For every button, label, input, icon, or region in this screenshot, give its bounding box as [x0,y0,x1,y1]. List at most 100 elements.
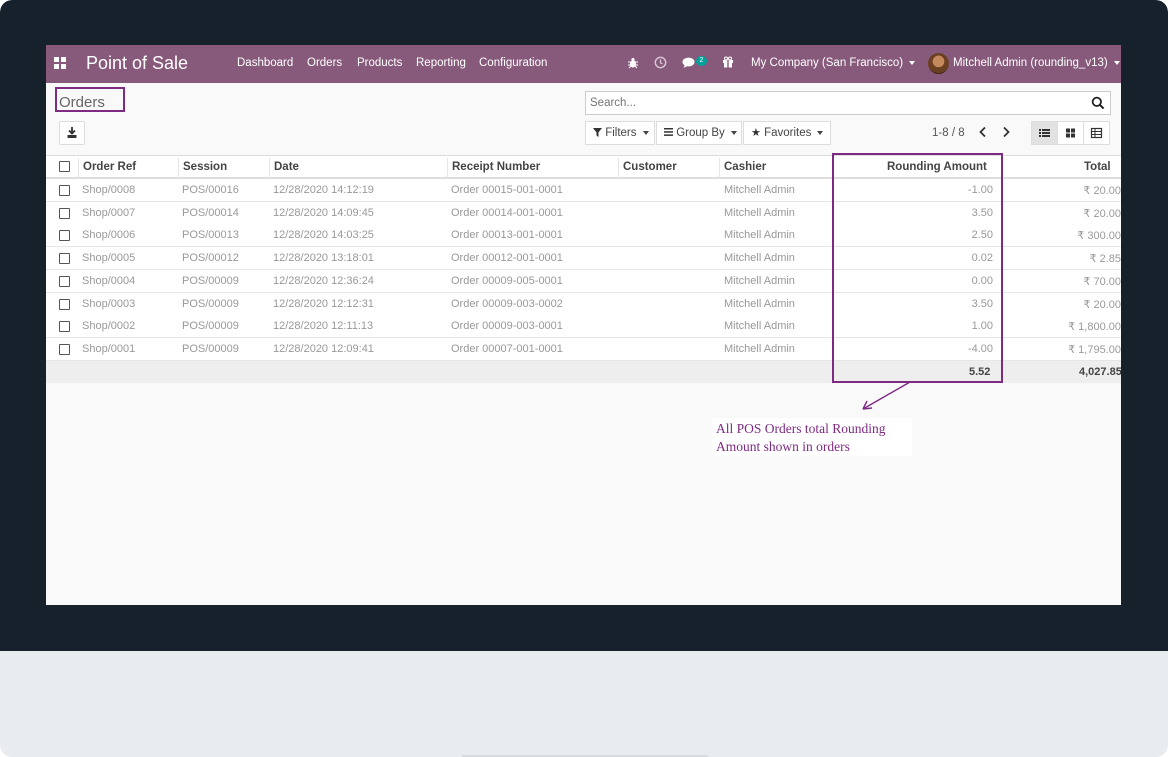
gift-icon[interactable] [722,56,734,68]
cell-cashier: Mitchell Admin [724,184,795,196]
cell-receipt-number: Order 00012-001-0001 [451,252,563,265]
app-screen: Point of Sale Dashboard Orders Products … [46,45,1121,605]
list-bars-icon [664,128,673,136]
filters-dropdown[interactable]: Filters [585,121,655,145]
column-date[interactable]: Date [274,161,299,173]
monitor-frame: Point of Sale Dashboard Orders Products … [0,0,1168,757]
cell-session: POS/00012 [182,252,239,265]
column-total[interactable]: Total [1084,161,1111,173]
chevron-left-icon[interactable] [976,125,990,139]
cell-date: 12/28/2020 12:12:31 [273,297,374,310]
cell-cashier: Mitchell Admin [724,297,795,310]
cell-order-ref: Shop/0004 [82,274,136,287]
favorites-dropdown[interactable]: ★ Favorites [743,121,831,145]
pager-value[interactable]: 1-8 / 8 [932,127,965,139]
cell-order-ref: Shop/0007 [82,206,136,219]
debug-icon[interactable] [627,57,639,69]
apps-icon[interactable] [54,57,66,69]
company-switcher[interactable]: My Company (San Francisco) [751,57,916,69]
cell-session: POS/00016 [182,184,239,196]
menu-dashboard[interactable]: Dashboard [237,57,293,69]
activity-icon[interactable] [654,56,667,69]
menu-products[interactable]: Products [357,57,402,69]
row-checkbox[interactable] [59,207,70,219]
annotation-arrow-icon [862,381,911,410]
filters-label: Filters [605,127,637,139]
cell-order-ref: Shop/0005 [82,252,136,265]
page-title: Orders [59,94,105,111]
cell-session: POS/00009 [182,297,239,310]
top-navbar: Point of Sale Dashboard Orders Products … [46,45,1121,83]
favorites-label: Favorites [764,127,812,139]
search-input[interactable] [590,95,1080,111]
list-view-button[interactable] [1031,121,1058,145]
app-title[interactable]: Point of Sale [86,53,188,74]
messages-badge: 2 [696,56,707,66]
total-sum: 4,027.85 [1079,366,1121,378]
cell-total: ₹ 20.00 [1083,185,1121,197]
cell-date: 12/28/2020 12:09:41 [273,342,374,355]
pivot-view-button[interactable] [1083,121,1110,145]
cell-session: POS/00009 [182,342,239,355]
menu-orders[interactable]: Orders [307,57,342,69]
cell-receipt-number: Order 00007-001-0001 [451,342,563,355]
select-all-checkbox[interactable] [59,161,70,172]
cell-cashier: Mitchell Admin [724,229,795,242]
annotation-line-1: All POS Orders total Rounding [716,421,886,436]
column-order-ref[interactable]: Order Ref [83,161,136,173]
column-session[interactable]: Session [183,161,227,173]
kanban-view-button[interactable] [1057,121,1084,145]
user-menu[interactable]: Mitchell Admin (rounding_v13) [953,57,1120,69]
cell-order-ref: Shop/0003 [82,297,136,310]
cell-date: 12/28/2020 12:11:13 [273,320,374,333]
cell-cashier: Mitchell Admin [724,320,795,333]
groupby-dropdown[interactable]: Group By [656,121,742,145]
annotation-line-2: Amount shown in orders [716,439,850,454]
chevron-right-icon[interactable] [999,125,1013,139]
cell-date: 12/28/2020 14:09:45 [273,206,374,219]
chevron-down-icon [1113,60,1120,65]
menu-configuration[interactable]: Configuration [479,57,547,69]
avatar[interactable] [928,53,949,74]
cell-date: 12/28/2020 13:18:01 [273,252,374,265]
kanban-view-icon [1066,128,1075,138]
menu-reporting[interactable]: Reporting [416,57,466,69]
chat-icon[interactable] [682,57,696,69]
row-checkbox[interactable] [59,343,70,355]
cell-total: ₹ 1,795.00 [1068,343,1121,356]
row-checkbox[interactable] [59,275,70,287]
cell-date: 12/28/2020 14:03:25 [273,229,374,242]
search-box[interactable] [585,91,1111,115]
column-receipt-number[interactable]: Receipt Number [452,161,540,173]
cell-total: ₹ 20.00 [1083,207,1121,220]
cell-session: POS/00014 [182,206,239,219]
cell-session: POS/00009 [182,274,239,287]
cell-receipt-number: Order 00013-001-0001 [451,229,563,242]
cell-order-ref: Shop/0002 [82,320,136,333]
filter-icon [593,128,602,137]
cell-total: ₹ 300.00 [1077,230,1121,243]
cell-receipt-number: Order 00014-001-0001 [451,206,563,219]
search-icon[interactable] [1091,96,1105,110]
cell-receipt-number: Order 00009-003-0001 [451,320,563,333]
column-customer[interactable]: Customer [623,161,677,173]
cell-session: POS/00013 [182,229,239,242]
chevron-down-icon [817,130,824,135]
column-cashier[interactable]: Cashier [724,161,766,173]
cell-order-ref: Shop/0006 [82,229,136,242]
row-checkbox[interactable] [59,298,70,310]
row-checkbox[interactable] [59,253,70,265]
rounding-column-highlight [832,153,1003,383]
annotation-note: All POS Orders total Rounding Amount sho… [716,420,916,456]
cell-cashier: Mitchell Admin [724,274,795,287]
download-icon [67,127,77,138]
list-view-icon [1039,129,1050,137]
company-name: My Company (San Francisco) [751,57,904,69]
cell-receipt-number: Order 00009-003-0002 [451,297,563,310]
row-checkbox[interactable] [59,321,70,333]
export-button[interactable] [59,121,85,145]
row-checkbox[interactable] [59,185,70,196]
row-checkbox[interactable] [59,230,70,242]
user-name: Mitchell Admin (rounding_v13) [953,57,1108,69]
cell-cashier: Mitchell Admin [724,252,795,265]
